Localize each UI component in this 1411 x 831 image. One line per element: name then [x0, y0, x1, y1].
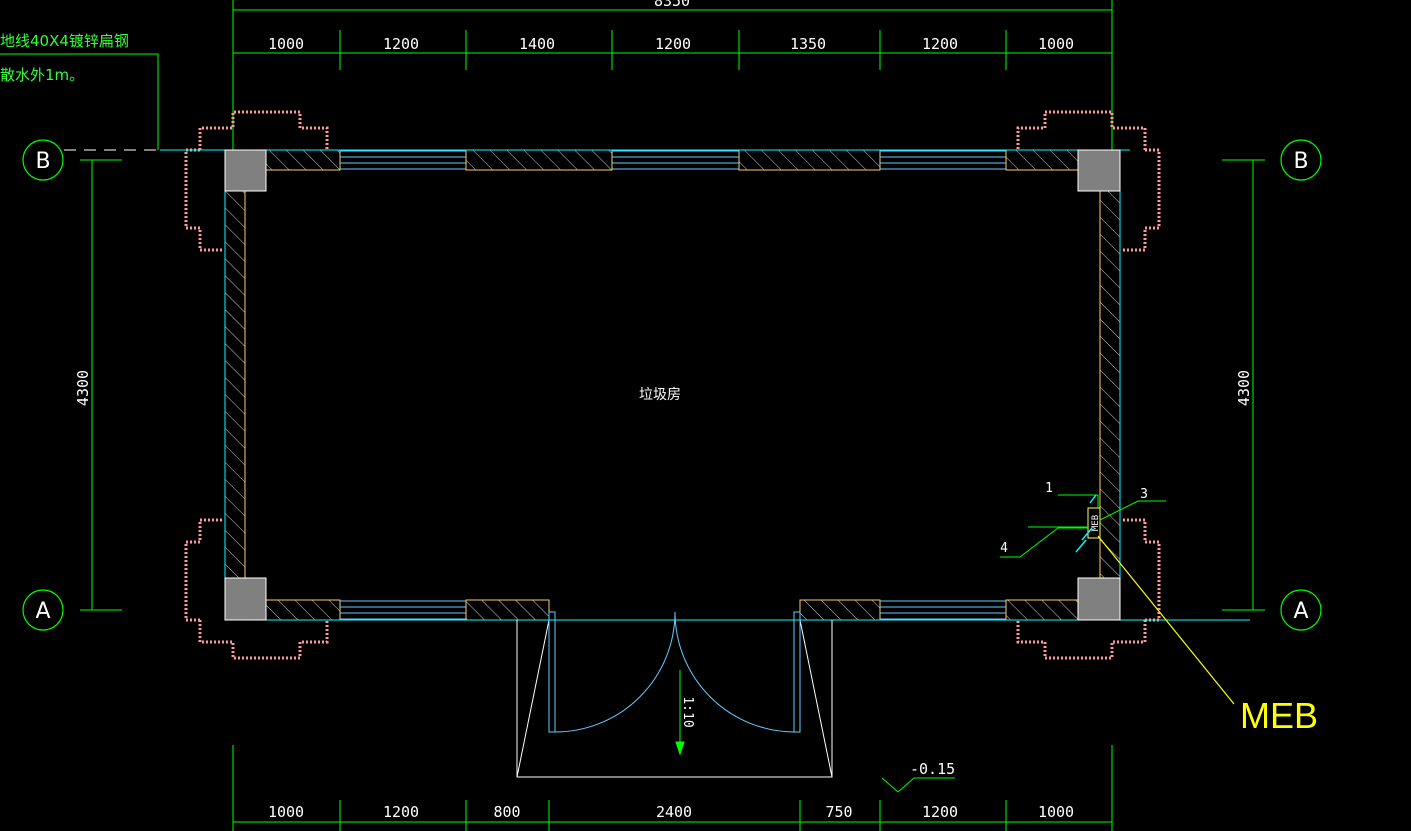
meb-callout-1: 1	[1045, 481, 1053, 496]
bottom-dim-2: 1200	[383, 803, 419, 821]
elevation-marker	[881, 777, 955, 793]
axis-label-a-right: A	[1293, 599, 1308, 624]
side-dimension-lines	[80, 159, 1265, 611]
axis-bubble-b-left: B	[22, 139, 64, 181]
wall-bottom-hatch-4	[1005, 599, 1079, 621]
top-dim-4: 1200	[655, 35, 691, 53]
outer-wall-lines	[160, 149, 1250, 621]
window-top-3	[880, 150, 1006, 170]
cad-floor-plan: 8350 1000 1200 1400 1200 1350 1200 1000 …	[0, 0, 1322, 831]
room-name: 垃圾房	[639, 387, 681, 403]
bottom-dim-4: 2400	[656, 803, 692, 821]
top-total-dimension: 8350	[654, 0, 690, 10]
foundation-outlines	[184, 110, 1161, 660]
column-bottom-right	[1077, 577, 1121, 621]
axis-label-b-right: B	[1293, 149, 1308, 174]
meb-callout-4: 4	[1000, 541, 1008, 556]
bottom-dim-1: 1000	[268, 803, 304, 821]
top-dim-3: 1400	[519, 35, 555, 53]
meb-callout-3: 3	[1140, 487, 1148, 502]
axis-bubble-a-right: A	[1280, 589, 1322, 631]
top-dim-7: 1000	[1038, 35, 1074, 53]
top-dimension-chain	[232, 0, 1113, 150]
entrance-ramp	[516, 619, 833, 778]
meb-label: MEB	[1240, 695, 1318, 736]
double-door	[548, 611, 801, 733]
window-bottom-2	[880, 600, 1006, 620]
axis-bubble-b-right: B	[1280, 139, 1322, 181]
wall-top-hatch-4	[1005, 149, 1079, 171]
column-bottom-left	[224, 577, 267, 621]
walls	[224, 149, 1121, 621]
wall-top-hatch-1	[265, 149, 341, 171]
bottom-dim-3: 800	[493, 803, 520, 821]
axis-label-b-left: B	[35, 149, 50, 174]
left-height-dimension: 4300	[74, 370, 92, 406]
bottom-dim-7: 1000	[1038, 803, 1074, 821]
wall-left-hatch	[224, 190, 246, 579]
ramp-slope-label: 1:10	[680, 696, 695, 727]
elevation-value: -0.15	[910, 760, 955, 778]
window-top-1	[340, 150, 466, 170]
top-segment-labels: 1000 1200 1400 1200 1350 1200 1000	[268, 35, 1074, 53]
wall-top-hatch-2	[465, 149, 613, 171]
meb-callout-lines	[1000, 494, 1166, 558]
top-dim-6: 1200	[922, 35, 958, 53]
wall-right-hatch	[1099, 190, 1121, 579]
right-height-dimension: 4300	[1235, 370, 1253, 406]
wall-top-hatch-3	[738, 149, 881, 171]
window-bottom-1	[340, 600, 466, 620]
wall-bottom-hatch-1	[265, 599, 341, 621]
axis-label-a-left: A	[35, 599, 50, 624]
wall-bottom-hatch-3	[799, 599, 881, 621]
windows	[340, 150, 1006, 620]
columns	[224, 149, 1121, 621]
bottom-dim-6: 1200	[922, 803, 958, 821]
column-top-left	[224, 149, 267, 192]
grounding-note-line2: 散水外1m。	[0, 66, 84, 84]
column-top-right	[1077, 149, 1121, 192]
top-dim-1: 1000	[268, 35, 304, 53]
bottom-dim-5: 750	[825, 803, 852, 821]
wall-bottom-hatch-2	[465, 599, 550, 621]
top-dim-2: 1200	[383, 35, 419, 53]
window-top-2	[612, 150, 739, 170]
grounding-note-line1: 地线40X4镀锌扁钢	[0, 32, 129, 50]
axis-bubble-a-left: A	[22, 589, 64, 631]
bottom-segment-labels: 1000 1200 800 2400 750 1200 1000	[268, 803, 1074, 821]
top-dim-5: 1350	[790, 35, 826, 53]
meb-box-label: MEB	[1091, 515, 1101, 531]
